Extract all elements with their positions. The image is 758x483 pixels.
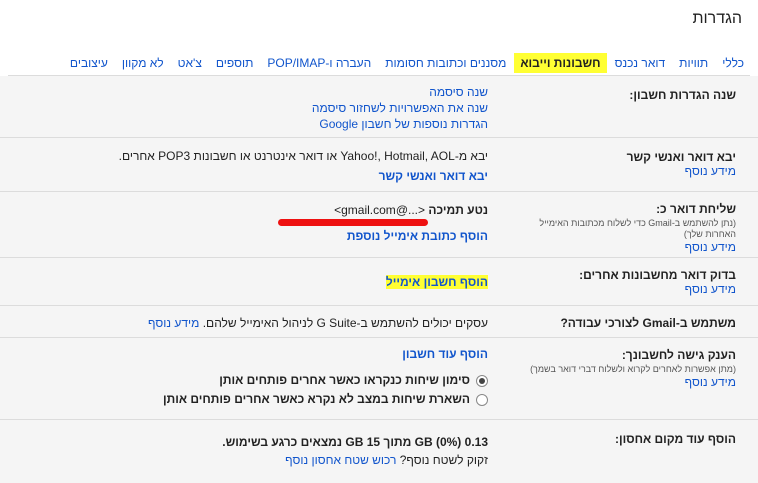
mark-read-option-label: סימון שיחות כנקראו כאשר אחרים פותחים אות… — [219, 373, 470, 387]
change-password-link[interactable]: שנה סיסמה — [429, 85, 488, 99]
settings-tabs: כללי תוויות דואר נכנס חשבונות וייבוא מסנ… — [8, 50, 750, 76]
check-mail-label: בדוק דואר מחשבונות אחרים: — [579, 268, 736, 282]
import-label: יבא דואר ואנשי קשר — [626, 150, 736, 164]
storage-need-more: זקוק לשטח נוסף? — [399, 453, 488, 467]
row-change-settings: שנה הגדרות חשבון: שנה סיסמה שנה את האפשר… — [0, 76, 758, 138]
grant-access-learn-more-link[interactable]: מידע נוסף — [685, 375, 736, 389]
radio-selected-icon[interactable] — [476, 374, 488, 387]
row-gsuite: משתמש ב-Gmail לצורכי עבודה? עסקים יכולים… — [0, 306, 758, 338]
purchase-storage-link[interactable]: רכוש שטח אחסון נוסף — [285, 453, 396, 467]
import-learn-more-link[interactable]: מידע נוסף — [685, 164, 736, 178]
grant-access-subtext: (מתן אפשרות לאחרים לקרוא ולשלוח דברי דוא… — [530, 364, 736, 374]
gsuite-learn-more-link[interactable]: מידע נוסף — [148, 316, 199, 330]
row-grant-access: הענק גישה לחשבונך: (מתן אפשרות לאחרים לק… — [0, 338, 758, 420]
google-account-settings-link[interactable]: הגדרות נוספות של חשבון Google — [319, 117, 488, 131]
row-send-as: שליחת דואר כ: (נתן להשתמש ב-Gmail כדי לש… — [0, 192, 758, 258]
tab-accounts-import[interactable]: חשבונות וייבוא — [514, 52, 607, 73]
add-email-address-link[interactable]: הוסף כתובת אימייל נוספת — [347, 229, 488, 243]
leave-unread-option[interactable]: השארת שיחות במצב לא נקרא כאשר אחרים פותח… — [18, 391, 488, 407]
storage-usage: 0.13 GB (0%) מתוך 15 GB נמצאים כרגע בשימ… — [222, 435, 488, 449]
tab-labels[interactable]: תוויות — [673, 53, 714, 73]
settings-content: שנה הגדרות חשבון: שנה סיסמה שנה את האפשר… — [0, 76, 758, 483]
row-storage: הוסף עוד מקום אחסון: 0.13 GB (0%) מתוך 1… — [0, 420, 758, 483]
recovery-options-link[interactable]: שנה את האפשרויות לשחזור סיסמה — [312, 101, 488, 115]
gsuite-label: משתמש ב-Gmail לצורכי עבודה? — [560, 316, 736, 330]
send-as-email: <...@gmail.com> — [334, 203, 426, 217]
change-settings-label: שנה הגדרות חשבון: — [629, 88, 736, 102]
send-as-label: שליחת דואר כ: — [656, 202, 736, 216]
leave-unread-option-label: השארת שיחות במצב לא נקרא כאשר אחרים פותח… — [163, 392, 470, 406]
import-mail-link[interactable]: יבא דואר ואנשי קשר — [379, 169, 488, 183]
grant-access-label: הענק גישה לחשבונך: — [621, 348, 736, 362]
tab-addons[interactable]: תוספים — [210, 53, 260, 73]
page-title: הגדרות — [692, 10, 742, 27]
tab-forwarding-pop-imap[interactable]: העברה ו-POP/IMAP — [261, 53, 377, 73]
import-description: יבא מ-Yahoo!, Hotmail, AOL או דואר אינטר… — [118, 149, 488, 163]
mark-read-option[interactable]: סימון שיחות כנקראו כאשר אחרים פותחים אות… — [18, 372, 488, 388]
tab-offline[interactable]: לא מקוון — [116, 53, 170, 73]
add-mail-account-link[interactable]: הוסף חשבון אימייל — [385, 275, 488, 289]
row-import: יבא דואר ואנשי קשר מידע נוסף יבא מ-Yahoo… — [0, 138, 758, 192]
send-as-learn-more-link[interactable]: מידע נוסף — [685, 240, 736, 254]
tab-inbox[interactable]: דואר נכנס — [609, 53, 672, 73]
send-as-subtext: (נתן להשתמש ב-Gmail כדי לשלוח מכתובות הא… — [539, 218, 736, 239]
add-another-account-link[interactable]: הוסף עוד חשבון — [402, 347, 488, 361]
tab-general[interactable]: כללי — [716, 53, 750, 73]
gsuite-description: עסקים יכולים להשתמש ב-G Suite לניהול האי… — [202, 316, 488, 330]
send-as-name: נטע תמיכה — [428, 203, 488, 217]
radio-unselected-icon[interactable] — [476, 393, 488, 406]
row-check-mail: בדוק דואר מחשבונות אחרים: מידע נוסף הוסף… — [0, 258, 758, 306]
tab-filters[interactable]: מסננים וכתובות חסומות — [379, 53, 512, 73]
tab-chat[interactable]: צ'אט — [172, 53, 208, 73]
tab-themes[interactable]: עיצובים — [64, 53, 114, 73]
check-mail-learn-more-link[interactable]: מידע נוסף — [685, 282, 736, 296]
redaction-scribble — [278, 219, 428, 226]
storage-label: הוסף עוד מקום אחסון: — [614, 432, 736, 446]
